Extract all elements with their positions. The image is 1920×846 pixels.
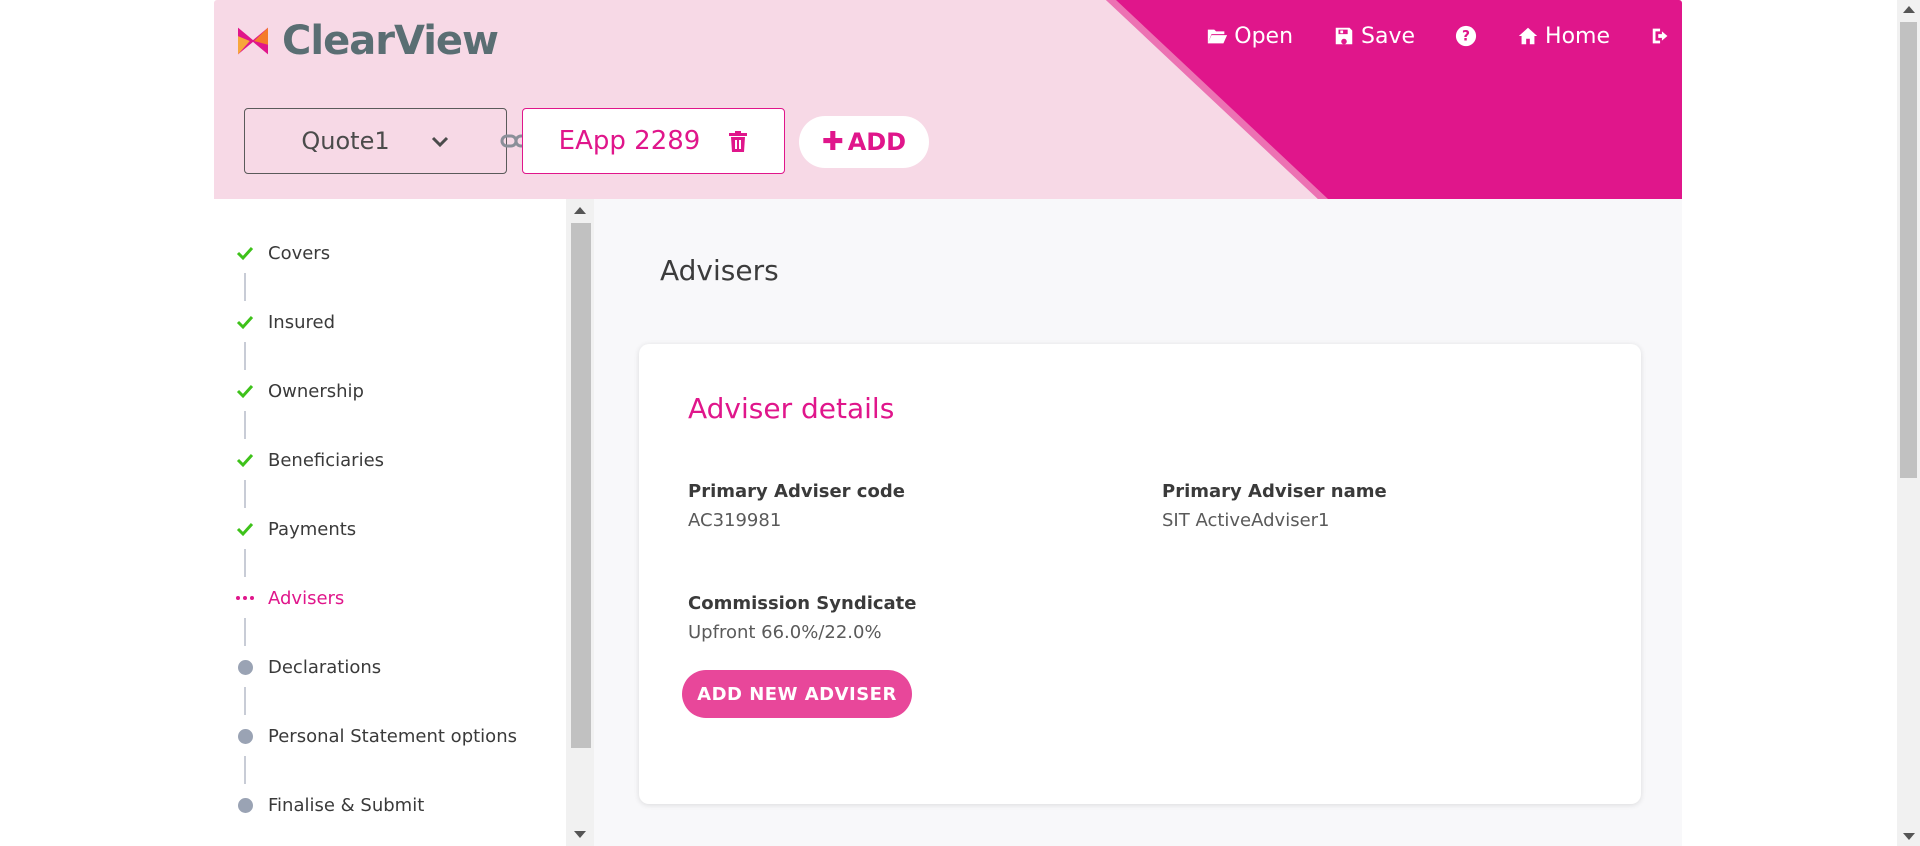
commission-syndicate-value: Upfront 66.0%/22.0% <box>688 622 882 643</box>
step-advisers[interactable]: Advisers <box>234 582 344 614</box>
page-scrollbar[interactable] <box>1897 0 1920 846</box>
open-label: Open <box>1234 23 1294 49</box>
main-content: Advisers Adviser details Primary Adviser… <box>594 199 1682 846</box>
step-label: Advisers <box>268 587 345 609</box>
primary-adviser-code-label: Primary Adviser code <box>688 481 905 502</box>
step-connector <box>244 687 246 715</box>
step-label: Beneficiaries <box>268 449 385 471</box>
check-icon <box>234 380 256 402</box>
plus-icon: ✚ <box>821 127 844 157</box>
step-declarations[interactable]: Declarations <box>234 651 381 683</box>
step-ownership[interactable]: Ownership <box>234 375 364 407</box>
app: ClearView Open Save ? Home Quote1 EApp 2… <box>214 0 1682 846</box>
step-personal-statement-options[interactable]: Personal Statement options <box>234 720 517 752</box>
logout-button[interactable] <box>1650 25 1672 47</box>
ellipsis-icon <box>234 587 256 609</box>
step-payments[interactable]: Payments <box>234 513 356 545</box>
pending-dot-icon <box>234 656 256 678</box>
home-icon <box>1518 27 1538 45</box>
check-icon <box>234 449 256 471</box>
question-circle-icon: ? <box>1455 25 1477 47</box>
home-label: Home <box>1545 23 1610 49</box>
step-connector <box>244 411 246 439</box>
step-connector <box>244 756 246 784</box>
primary-adviser-name-label: Primary Adviser name <box>1162 481 1387 502</box>
step-label: Insured <box>268 311 336 333</box>
step-label: Finalise & Submit <box>268 794 425 816</box>
step-finalise-submit[interactable]: Finalise & Submit <box>234 789 424 821</box>
step-connector <box>244 618 246 646</box>
save-label: Save <box>1361 23 1416 49</box>
quote-label: Quote1 <box>301 127 390 155</box>
commission-syndicate-label: Commission Syndicate <box>688 593 917 614</box>
eapp-label: EApp 2289 <box>558 126 701 156</box>
open-button[interactable]: Open <box>1206 24 1293 49</box>
top-navigation: Open Save ? Home <box>1206 20 1682 52</box>
primary-adviser-name-value: SIT ActiveAdviser1 <box>1162 510 1330 531</box>
scroll-down-arrow-icon[interactable] <box>1903 833 1915 840</box>
step-beneficiaries[interactable]: Beneficiaries <box>234 444 384 476</box>
eapp-tab[interactable]: EApp 2289 <box>522 108 785 174</box>
step-label: Personal Statement options <box>268 725 517 747</box>
folder-open-icon <box>1208 29 1228 44</box>
pending-dot-icon <box>234 794 256 816</box>
chevron-down-icon <box>431 136 448 148</box>
pending-dot-icon <box>234 725 256 747</box>
home-button[interactable]: Home <box>1517 24 1610 49</box>
adviser-details-card: Adviser details Primary Adviser code AC3… <box>639 344 1641 804</box>
check-icon <box>234 518 256 540</box>
brand-name: ClearView <box>282 18 499 64</box>
card-title: Adviser details <box>688 392 895 425</box>
add-new-adviser-button[interactable]: ADD NEW ADVISER <box>682 670 912 718</box>
sign-out-icon <box>1652 28 1668 44</box>
save-button[interactable]: Save <box>1333 24 1415 49</box>
help-button[interactable]: ? <box>1455 25 1477 47</box>
add-label: ADD <box>847 128 907 156</box>
clearview-logo-mark-icon <box>238 27 269 55</box>
page-scrollbar-thumb[interactable] <box>1900 22 1917 478</box>
scroll-down-arrow-icon[interactable] <box>574 831 586 838</box>
quote-selector[interactable]: Quote1 <box>244 108 507 174</box>
primary-adviser-code-value: AC319981 <box>688 510 782 531</box>
clearview-logo[interactable]: ClearView <box>238 10 499 72</box>
step-insured[interactable]: Insured <box>234 306 335 338</box>
page-title: Advisers <box>660 254 779 287</box>
step-covers[interactable]: Covers <box>234 237 330 269</box>
save-icon <box>1335 27 1353 45</box>
step-connector <box>244 549 246 577</box>
progress-sidebar: Covers Insured Ownership Beneficiaries P… <box>214 199 566 846</box>
step-connector <box>244 342 246 370</box>
step-label: Payments <box>268 518 357 540</box>
trash-icon[interactable] <box>728 130 748 152</box>
sidebar-scrollbar-thumb[interactable] <box>571 223 591 748</box>
check-icon <box>234 242 256 264</box>
sidebar-scrollbar[interactable] <box>566 199 594 846</box>
add-button[interactable]: ✚ ADD <box>799 116 929 168</box>
step-connector <box>244 273 246 301</box>
scroll-up-arrow-icon[interactable] <box>1903 6 1915 13</box>
check-icon <box>234 311 256 333</box>
svg-text:?: ? <box>1462 29 1470 45</box>
step-label: Ownership <box>268 380 364 402</box>
step-label: Declarations <box>268 656 382 678</box>
scroll-up-arrow-icon[interactable] <box>574 207 586 214</box>
step-label: Covers <box>268 242 331 264</box>
step-connector <box>244 480 246 508</box>
header: ClearView Open Save ? Home Quote1 EApp 2… <box>214 0 1682 199</box>
